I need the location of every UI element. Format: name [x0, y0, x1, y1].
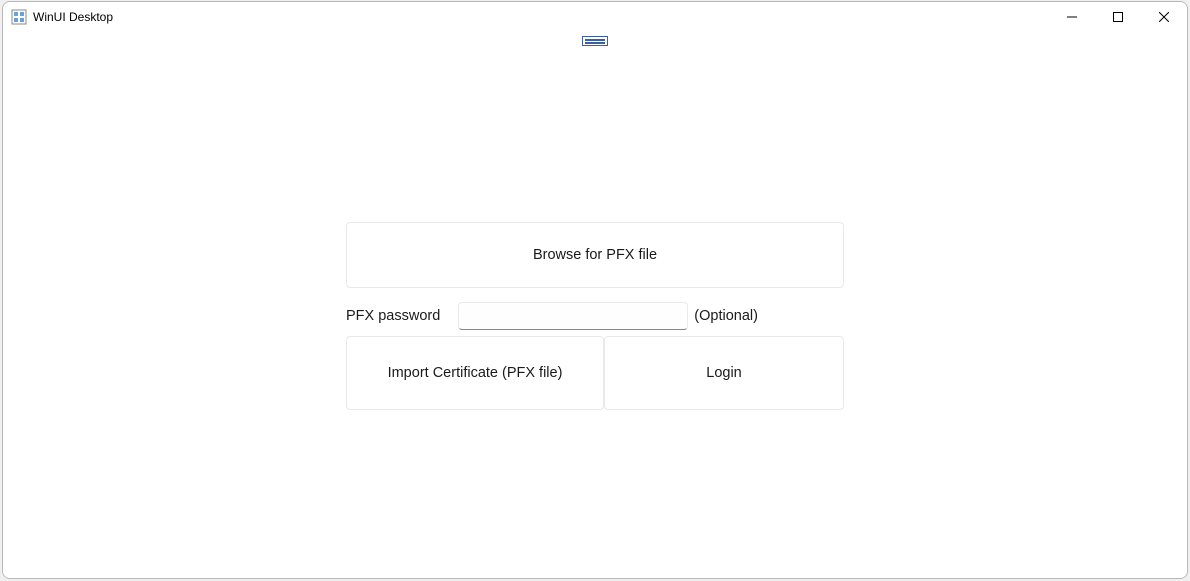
- pfx-password-input[interactable]: [458, 302, 688, 330]
- action-button-row: Import Certificate (PFX file) Login: [346, 336, 844, 410]
- content-area: Browse for PFX file PFX password (Option…: [3, 32, 1187, 578]
- browse-button-label: Browse for PFX file: [533, 247, 657, 263]
- titlebar: WinUI Desktop: [3, 2, 1187, 32]
- app-window: WinUI Desktop: [2, 1, 1188, 579]
- app-icon: [11, 9, 27, 25]
- window-title: WinUI Desktop: [33, 10, 113, 24]
- password-label: PFX password: [346, 308, 440, 324]
- import-certificate-button[interactable]: Import Certificate (PFX file): [346, 336, 604, 410]
- optional-label: (Optional): [694, 308, 758, 324]
- minimize-button[interactable]: [1049, 2, 1095, 32]
- browse-pfx-button[interactable]: Browse for PFX file: [346, 222, 844, 288]
- progress-indicator-icon: [582, 36, 608, 46]
- login-form: Browse for PFX file PFX password (Option…: [346, 222, 844, 410]
- close-button[interactable]: [1141, 2, 1187, 32]
- window-controls: [1049, 2, 1187, 32]
- login-button-label: Login: [706, 365, 741, 381]
- password-row: PFX password (Optional): [346, 302, 844, 330]
- import-button-label: Import Certificate (PFX file): [388, 365, 563, 381]
- login-button[interactable]: Login: [604, 336, 844, 410]
- maximize-button[interactable]: [1095, 2, 1141, 32]
